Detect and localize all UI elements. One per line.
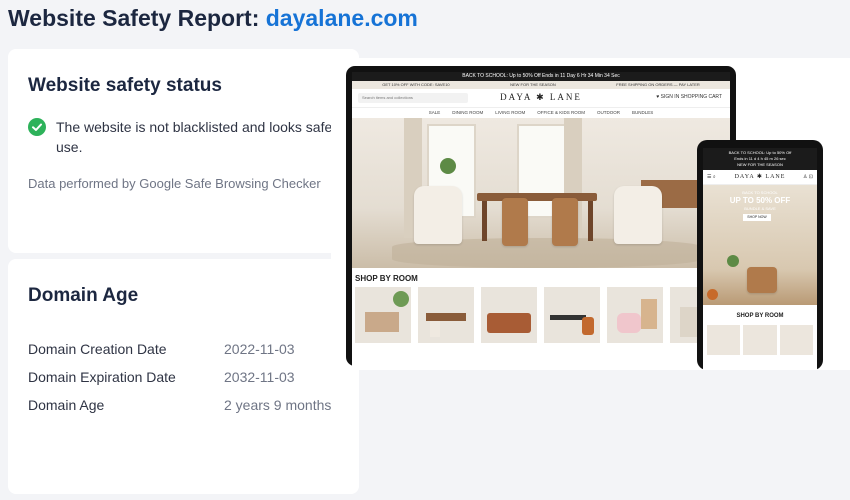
phone-brand-logo: DAYA ✱ LANE [734,174,786,180]
menu-item: OUTDOOR [597,110,621,115]
page-title-domain[interactable]: dayalane.com [266,5,418,31]
safety-status-title: Website safety status [28,75,222,96]
shipping-bar: GET 10% OFF WITH CODE: SAVE10 NEW FOR TH… [352,81,730,89]
site-nav-icons: ♥ SIGN IN SHOPPING CART [656,94,722,100]
phone-hero-subline: BUNDLE & SAVE [744,206,776,211]
phone-screen: BACK TO SCHOOL: Up to 50% Off Ends in 11… [703,148,817,370]
phone-nav: ☰ ⌕ DAYA ✱ LANE ♙ ⊡ [703,170,817,185]
laptop-screen: BACK TO SCHOOL: Up to 50% Off Ends in 11… [352,72,730,366]
phone-hero-headline: UP TO 50% OFF [729,196,791,205]
menu-item: DINING ROOM [452,110,484,115]
laptop-mockup: BACK TO SCHOOL: Up to 50% Off Ends in 11… [346,66,736,366]
phone-promo-line: NEW FOR THE SEASON [737,162,783,167]
phone-room-thumbnail [779,325,813,355]
plant [727,255,739,267]
phone-room-thumbnail [743,325,777,355]
room-thumbnail [418,287,474,343]
safety-status-text: The website is not blacklisted and looks… [56,119,348,155]
safety-status-row: The website is not blacklisted and looks… [28,117,348,157]
phone-mockup: BACK TO SCHOOL: Up to 50% Off Ends in 11… [697,140,823,370]
site-nav: Search items and collections DAYA ✱ LANE… [352,89,730,108]
page-title-prefix: Website Safety Report: [8,5,260,31]
table-leg [588,201,593,241]
menu-item: LIVING ROOM [495,110,526,115]
domain-age-title: Domain Age [28,285,139,306]
safety-source-note: Data performed by Google Safe Browsing C… [28,176,321,191]
plant [440,158,456,174]
armchair [614,186,662,244]
cart-icon: ♙ ⊡ [802,174,813,180]
chair [552,198,578,246]
phone-promo-bar: BACK TO SCHOOL: Up to 50% Off Ends in 11… [703,148,817,170]
room-thumbnail [544,287,600,343]
armchair [414,186,462,244]
domain-creation-label: Domain Creation Date [28,341,167,357]
room-thumbnails [352,287,730,343]
phone-room-thumbnail [707,325,741,355]
shipping-bar-mid: NEW FOR THE SEASON [510,82,556,87]
phone-hero-image: BACK TO SCHOOL UP TO 50% OFF BUNDLE & SA… [703,185,817,305]
shop-by-room-title: SHOP BY ROOM [355,274,418,283]
phone-room-thumbnails [703,319,817,361]
table-leg [482,201,487,241]
menu-item: BUNDLES [632,110,654,115]
shipping-bar-left: GET 10% OFF WITH CODE: SAVE10 [382,82,450,87]
domain-creation-value: 2022-11-03 [224,341,295,357]
domain-expiration-value: 2032-11-03 [224,369,295,385]
site-menu: SALE DINING ROOM LIVING ROOM OFFICE & KI… [352,108,730,118]
room-thumbnail [607,287,663,343]
chair [747,267,777,293]
chair [502,198,528,246]
safety-status-card: Website safety status The website is not… [8,49,359,253]
menu-item: SALE [428,110,441,115]
domain-age-label: Domain Age [28,397,105,413]
website-preview-image: BACK TO SCHOOL: Up to 50% Off Ends in 11… [331,58,850,370]
domain-age-value: 2 years 9 months [224,397,332,413]
dining-table [477,193,597,201]
menu-item: OFFICE & KIDS ROOM [537,110,586,115]
chat-icon [707,289,718,300]
shipping-bar-right: FREE SHIPPING ON ORDERS — PAY LATER [616,82,700,87]
promo-bar: BACK TO SCHOOL: Up to 50% Off Ends in 11… [352,72,730,81]
domain-expiration-label: Domain Expiration Date [28,369,176,385]
domain-age-card: Domain Age Domain Creation Date 2022-11-… [8,259,359,494]
check-circle-icon [28,118,46,136]
hero-image [352,118,730,268]
page-title: Website Safety Report: dayalane.com [8,5,418,32]
phone-shop-now-button: SHOP NOW [743,214,771,221]
room-thumbnail [355,287,411,343]
room-thumbnail [481,287,537,343]
phone-hero-kicker: BACK TO SCHOOL [742,190,778,195]
